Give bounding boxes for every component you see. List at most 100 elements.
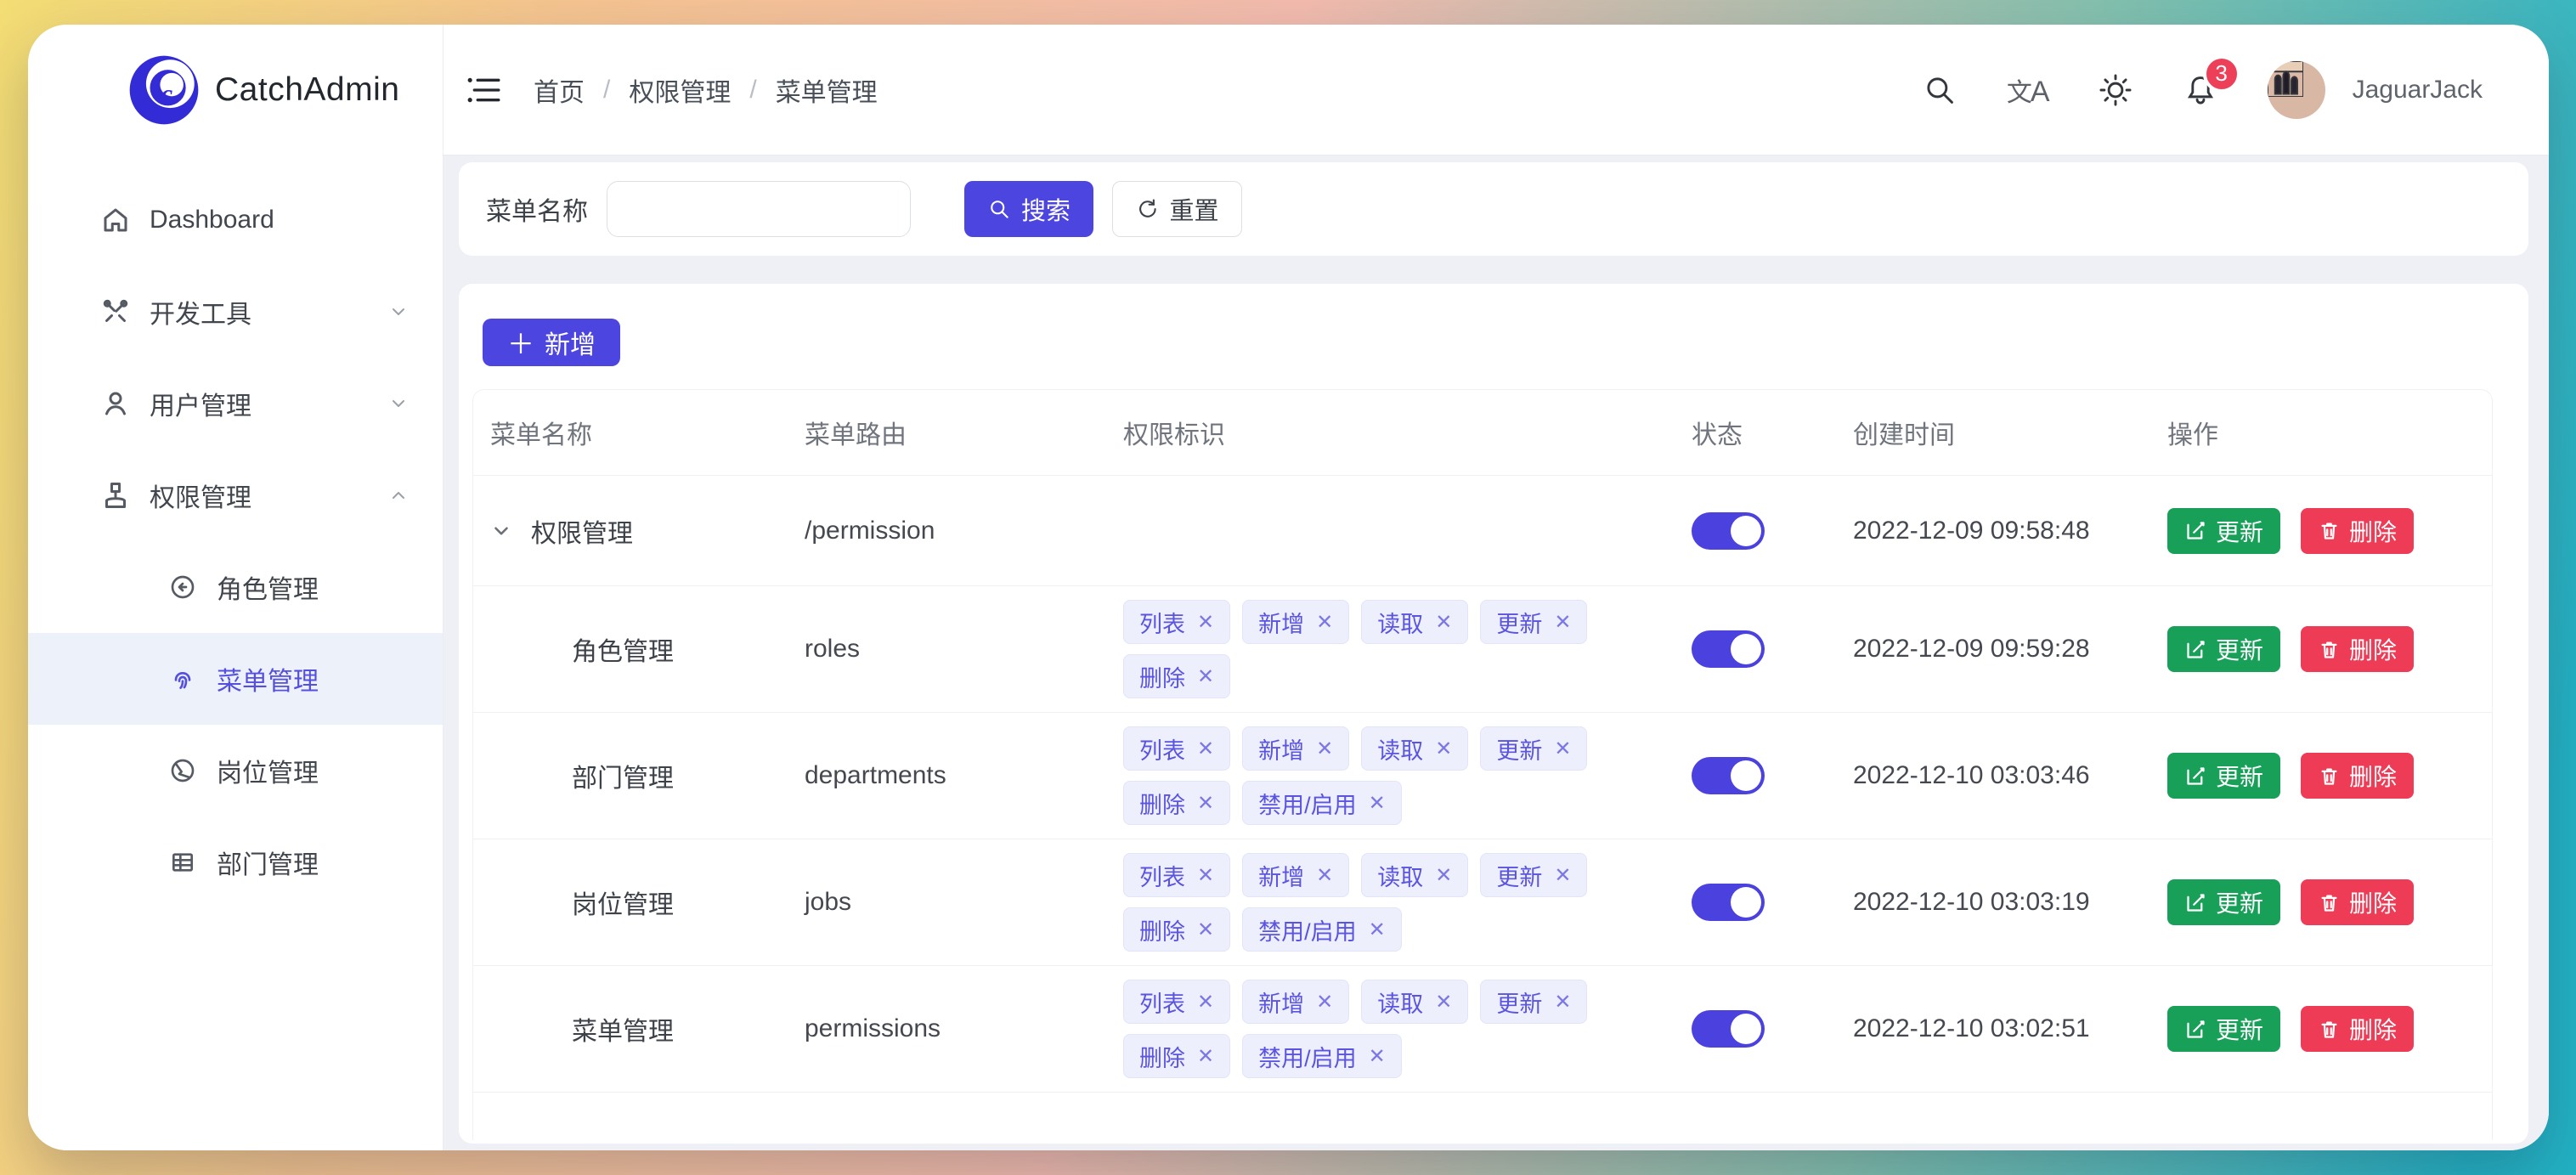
menu-route: /permission — [788, 517, 1106, 545]
close-icon[interactable]: ✕ — [1435, 737, 1452, 761]
close-icon[interactable]: ✕ — [1554, 990, 1571, 1014]
close-icon[interactable]: ✕ — [1316, 863, 1333, 888]
update-button[interactable]: 更新 — [2167, 1006, 2280, 1052]
close-icon[interactable]: ✕ — [1197, 918, 1214, 942]
update-button[interactable]: 更新 — [2167, 626, 2280, 672]
status-toggle[interactable] — [1692, 512, 1765, 550]
status-toggle[interactable] — [1692, 630, 1765, 668]
edit-icon — [2184, 891, 2207, 914]
close-icon[interactable]: ✕ — [1197, 610, 1214, 635]
breadcrumb-home[interactable]: 首页 — [534, 71, 585, 109]
close-icon[interactable]: ✕ — [1435, 610, 1452, 635]
permission-tag: 新增✕ — [1242, 726, 1349, 771]
close-icon[interactable]: ✕ — [1316, 737, 1333, 761]
add-button-label: 新增 — [545, 324, 596, 361]
delete-button[interactable]: 删除 — [2301, 626, 2414, 672]
delete-button[interactable]: 删除 — [2301, 508, 2414, 554]
filter-label: 菜单名称 — [486, 190, 588, 228]
delete-button[interactable]: 删除 — [2301, 879, 2414, 925]
close-icon[interactable]: ✕ — [1369, 791, 1386, 816]
content-card: ＋ 新增 菜单名称 菜单路由 权限标识 状态 创建时间 操作 权限管理 — [459, 284, 2528, 1144]
logo[interactable]: c CatchAdmin — [28, 25, 443, 155]
close-icon[interactable]: ✕ — [1197, 990, 1214, 1014]
trash-icon — [2318, 638, 2341, 661]
close-icon[interactable]: ✕ — [1316, 990, 1333, 1014]
search-icon[interactable] — [1922, 72, 1957, 108]
close-icon[interactable]: ✕ — [1554, 863, 1571, 888]
close-icon[interactable]: ✕ — [1554, 610, 1571, 635]
sidebar-item-menus[interactable]: 菜单管理 — [28, 633, 443, 725]
permission-tag: 更新✕ — [1480, 980, 1587, 1024]
permission-tag: 列表✕ — [1123, 726, 1230, 771]
delete-button[interactable]: 删除 — [2301, 753, 2414, 799]
status-toggle[interactable] — [1692, 1010, 1765, 1048]
trash-icon — [2318, 891, 2341, 914]
permission-tag: 列表✕ — [1123, 853, 1230, 897]
permission-tag: 更新✕ — [1480, 600, 1587, 644]
topbar-actions: 文A 3 JaguarJack — [1922, 61, 2483, 119]
add-button[interactable]: ＋ 新增 — [483, 319, 620, 366]
update-button[interactable]: 更新 — [2167, 753, 2280, 799]
toggle-knob — [1731, 760, 1761, 791]
toggle-knob — [1731, 634, 1761, 664]
close-icon[interactable]: ✕ — [1197, 791, 1214, 816]
sidebar-item-users[interactable]: 用户管理 — [28, 358, 443, 449]
menu-name: 部门管理 — [572, 757, 674, 794]
search-button[interactable]: 搜索 — [964, 181, 1093, 237]
close-icon[interactable]: ✕ — [1369, 1044, 1386, 1069]
sidebar-item-dashboard[interactable]: Dashboard — [28, 174, 443, 266]
breadcrumb-permissions[interactable]: 权限管理 — [629, 71, 731, 109]
sidebar-item-label: 用户管理 — [150, 385, 251, 422]
trash-icon — [2318, 1018, 2341, 1041]
topbar: 首页 / 权限管理 / 菜单管理 文A 3 — [443, 25, 2549, 155]
menu-name-input[interactable] — [607, 181, 911, 237]
main-area: 首页 / 权限管理 / 菜单管理 文A 3 — [443, 25, 2549, 1150]
close-icon[interactable]: ✕ — [1197, 863, 1214, 888]
edit-icon — [2184, 519, 2207, 542]
status-toggle[interactable] — [1692, 884, 1765, 921]
menu-route: permissions — [788, 1014, 1106, 1043]
theme-sun-icon[interactable] — [2098, 72, 2133, 108]
expand-chevron-icon[interactable] — [490, 520, 512, 542]
reset-button-label: 重置 — [1169, 191, 1218, 227]
breadcrumb-menus[interactable]: 菜单管理 — [776, 71, 878, 109]
update-button[interactable]: 更新 — [2167, 508, 2280, 554]
menu-name-cell: 角色管理 — [473, 630, 788, 668]
permission-tag: 删除✕ — [1123, 907, 1230, 952]
close-icon[interactable]: ✕ — [1197, 1044, 1214, 1069]
collapse-menu-icon[interactable] — [466, 71, 503, 109]
sidebar-item-label: 角色管理 — [217, 568, 319, 606]
job-icon — [169, 757, 196, 784]
delete-button[interactable]: 删除 — [2301, 1006, 2414, 1052]
user-name[interactable]: JaguarJack — [2353, 76, 2483, 105]
close-icon[interactable]: ✕ — [1554, 737, 1571, 761]
sidebar-menu: Dashboard 开发工具 用户管理 权限管理 角色管理 — [28, 155, 443, 908]
avatar[interactable] — [2268, 61, 2325, 119]
sidebar-item-label: 部门管理 — [217, 844, 319, 881]
table-row: 角色管理 roles 列表✕ 新增✕ 读取✕ 更新✕ 删除✕ 2022-12-0… — [473, 585, 2492, 712]
close-icon[interactable]: ✕ — [1435, 863, 1452, 888]
status-toggle[interactable] — [1692, 757, 1765, 794]
sidebar-item-devtools[interactable]: 开发工具 — [28, 266, 443, 358]
notifications-bell-icon[interactable]: 3 — [2183, 72, 2218, 108]
reset-button[interactable]: 重置 — [1112, 181, 1242, 237]
sidebar-item-departments[interactable]: 部门管理 — [28, 816, 443, 908]
row-actions: 更新 删除 — [2150, 879, 2494, 925]
update-button[interactable]: 更新 — [2167, 879, 2280, 925]
permission-tag: 更新✕ — [1480, 853, 1587, 897]
permission-tag: 读取✕ — [1361, 980, 1468, 1024]
close-icon[interactable]: ✕ — [1197, 664, 1214, 689]
translate-icon[interactable]: 文A — [2007, 71, 2048, 109]
close-icon[interactable]: ✕ — [1435, 990, 1452, 1014]
col-status: 状态 — [1675, 414, 1836, 451]
edit-icon — [2184, 765, 2207, 788]
created-at: 2022-12-10 03:03:19 — [1836, 888, 2150, 917]
table-row: 部门管理 departments 列表✕ 新增✕ 读取✕ 更新✕ 删除✕ 禁用/… — [473, 712, 2492, 839]
close-icon[interactable]: ✕ — [1197, 737, 1214, 761]
sidebar-item-roles[interactable]: 角色管理 — [28, 541, 443, 633]
sidebar-item-permissions[interactable]: 权限管理 — [28, 449, 443, 541]
sidebar-item-jobs[interactable]: 岗位管理 — [28, 725, 443, 816]
close-icon[interactable]: ✕ — [1369, 918, 1386, 942]
close-icon[interactable]: ✕ — [1316, 610, 1333, 635]
col-created-at: 创建时间 — [1836, 414, 2150, 451]
